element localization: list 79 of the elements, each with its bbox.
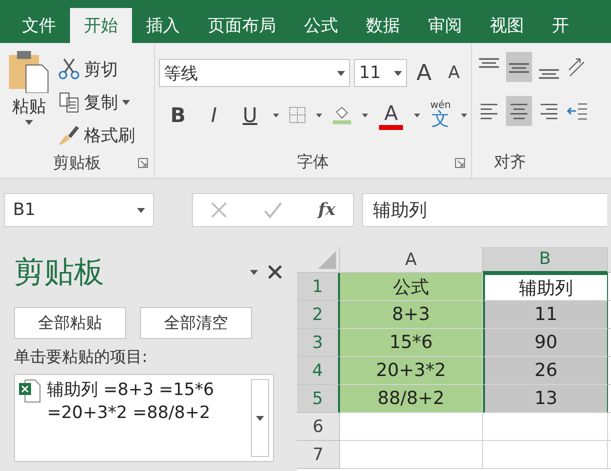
- ribbon-tab[interactable]: 插入: [132, 8, 194, 43]
- table-cell: 26: [483, 357, 608, 385]
- ribbon-tab[interactable]: 页面布局: [194, 8, 290, 43]
- group-label: 对齐: [494, 152, 526, 172]
- ribbon-tab[interactable]: 开: [538, 8, 583, 43]
- row-header[interactable]: 2: [297, 301, 340, 329]
- row-header[interactable]: 4: [297, 357, 340, 385]
- dialog-launcher-icon[interactable]: [138, 158, 148, 168]
- row-header[interactable]: 5: [297, 385, 340, 413]
- dropdown-caret-icon[interactable]: [414, 112, 420, 118]
- dropdown-caret-icon[interactable]: [122, 100, 130, 104]
- font-color-button[interactable]: A: [378, 100, 404, 130]
- dropdown-caret-icon[interactable]: [316, 112, 322, 118]
- align-icon[interactable]: [506, 96, 532, 126]
- paste-button[interactable]: 粘贴: [4, 49, 54, 149]
- scissors-icon: [58, 58, 80, 80]
- color-bar-icon: [379, 124, 404, 130]
- font-name-field[interactable]: 等线: [159, 59, 350, 87]
- dropdown-caret-icon[interactable]: [394, 70, 402, 76]
- phonetic-button[interactable]: wén 文: [430, 101, 451, 129]
- pane-button[interactable]: 全部粘贴: [14, 307, 126, 339]
- table-cell: 88/8+2: [340, 385, 483, 413]
- table-cell: 90: [483, 329, 608, 357]
- column-header[interactable]: A: [340, 247, 483, 273]
- dropdown-caret-icon[interactable]: [337, 70, 346, 76]
- ribbon-tab[interactable]: 公式: [290, 8, 352, 43]
- row-header[interactable]: 1: [297, 273, 340, 301]
- dropdown-caret-icon[interactable]: [460, 112, 468, 118]
- row-header[interactable]: 7: [297, 441, 340, 469]
- insert-function-button[interactable]: fx: [318, 200, 336, 220]
- table-cell: 13: [483, 385, 608, 413]
- pane-button[interactable]: 全部清空: [140, 307, 252, 339]
- spreadsheet-file-icon: [19, 379, 41, 403]
- underline-button[interactable]: U: [237, 100, 263, 130]
- group-label: 剪贴板: [53, 153, 101, 174]
- paste-icon: [8, 49, 50, 93]
- clipboard-item-text: 辅助列 =8+3 =15*6: [47, 379, 216, 402]
- ribbon-tab[interactable]: 开始: [70, 8, 132, 43]
- pane-options-icon[interactable]: [250, 270, 258, 274]
- pane-prompt: 单击要粘贴的项目:: [14, 347, 148, 368]
- table-cell: 11: [483, 301, 608, 329]
- borders-icon[interactable]: [289, 104, 306, 126]
- format-painter-button[interactable]: 格式刷: [58, 121, 135, 149]
- ribbon-tab[interactable]: 审阅: [414, 8, 476, 43]
- brush-icon: [58, 124, 80, 146]
- cut-button[interactable]: 剪切: [58, 55, 135, 83]
- copy-button[interactable]: 复制: [58, 88, 135, 116]
- row-header[interactable]: 3: [297, 329, 340, 357]
- shrink-font-button[interactable]: A: [441, 58, 467, 88]
- clipboard-item[interactable]: 辅助列 =8+3 =15*6 =20+3*2 =88/8+2: [14, 374, 274, 462]
- table-cell: 20+3*2: [340, 357, 483, 385]
- close-icon[interactable]: [268, 265, 282, 279]
- row-header[interactable]: 6: [297, 413, 340, 441]
- ribbon-tab[interactable]: 文件: [8, 8, 70, 43]
- table-cell: 辅助列: [483, 273, 608, 301]
- copy-icon: [58, 91, 80, 113]
- table-cell: 15*6: [340, 329, 483, 357]
- check-icon[interactable]: [263, 201, 284, 219]
- dropdown-caret-icon[interactable]: [273, 112, 280, 118]
- table-cell: 公式: [340, 273, 483, 301]
- italic-button[interactable]: I: [201, 100, 227, 130]
- column-header[interactable]: B: [483, 247, 608, 273]
- dropdown-caret-icon[interactable]: [362, 112, 368, 118]
- dropdown-caret-icon[interactable]: [137, 208, 145, 212]
- ribbon-tab[interactable]: 数据: [352, 8, 414, 43]
- bold-button[interactable]: B: [165, 100, 191, 130]
- clipboard-item-text: =20+3*2 =88/8+2: [47, 402, 212, 425]
- caret-icon: [256, 416, 264, 420]
- font-size-field[interactable]: 11: [354, 59, 407, 87]
- pane-title: 剪贴板: [14, 254, 104, 292]
- dialog-launcher-icon[interactable]: [455, 158, 465, 168]
- group-label: 字体: [297, 152, 329, 172]
- dropdown-caret-icon[interactable]: [25, 120, 33, 125]
- ribbon-tab[interactable]: 视图: [476, 8, 538, 43]
- grow-font-button[interactable]: A: [411, 58, 437, 88]
- vertical-align-icon[interactable]: [506, 52, 532, 82]
- name-box[interactable]: B1: [4, 193, 154, 227]
- formula-field[interactable]: 辅助列: [362, 193, 607, 227]
- table-cell: 8+3: [340, 301, 483, 329]
